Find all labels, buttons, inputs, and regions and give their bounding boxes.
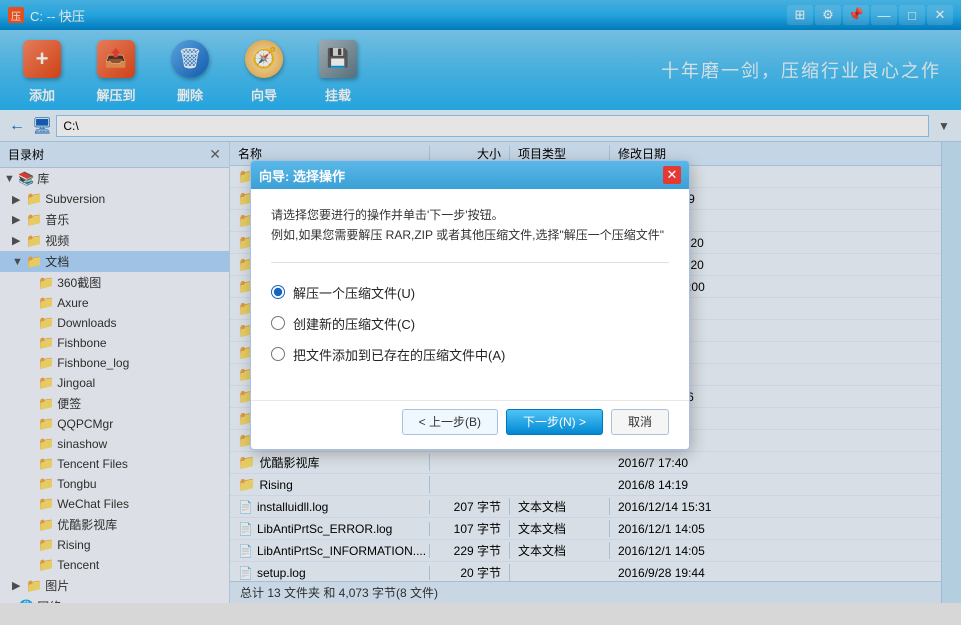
next-button[interactable]: 下一步(N) > <box>506 409 603 435</box>
dialog-options: 解压一个压缩文件(U) 创建新的压缩文件(C) 把文件添加到已存在的压缩文件中(… <box>271 283 669 364</box>
radio-extract[interactable] <box>271 285 285 299</box>
option-extract-label: 解压一个压缩文件(U) <box>293 283 415 302</box>
cancel-button[interactable]: 取消 <box>611 409 669 435</box>
dialog-body: 请选择您要进行的操作并单击'下一步'按钮。 例如,如果您需要解压 RAR,ZIP… <box>251 189 689 400</box>
dialog-title: 向导: 选择操作 <box>259 166 345 185</box>
dialog-overlay: 向导: 选择操作 ✕ 请选择您要进行的操作并单击'下一步'按钮。 例如,如果您需… <box>0 0 961 625</box>
option-create-label: 创建新的压缩文件(C) <box>293 314 415 333</box>
dialog-close-btn[interactable]: ✕ <box>663 166 681 184</box>
dialog-footer: < 上一步(B) 下一步(N) > 取消 <box>251 400 689 449</box>
option-create[interactable]: 创建新的压缩文件(C) <box>271 314 669 333</box>
option-extract[interactable]: 解压一个压缩文件(U) <box>271 283 669 302</box>
prev-button[interactable]: < 上一步(B) <box>402 409 498 435</box>
radio-create[interactable] <box>271 316 285 330</box>
dialog-title-bar: 向导: 选择操作 ✕ <box>251 161 689 189</box>
option-add[interactable]: 把文件添加到已存在的压缩文件中(A) <box>271 345 669 364</box>
wizard-dialog: 向导: 选择操作 ✕ 请选择您要进行的操作并单击'下一步'按钮。 例如,如果您需… <box>250 160 690 450</box>
radio-add[interactable] <box>271 347 285 361</box>
option-add-label: 把文件添加到已存在的压缩文件中(A) <box>293 345 505 364</box>
dialog-description: 请选择您要进行的操作并单击'下一步'按钮。 例如,如果您需要解压 RAR,ZIP… <box>271 205 669 263</box>
